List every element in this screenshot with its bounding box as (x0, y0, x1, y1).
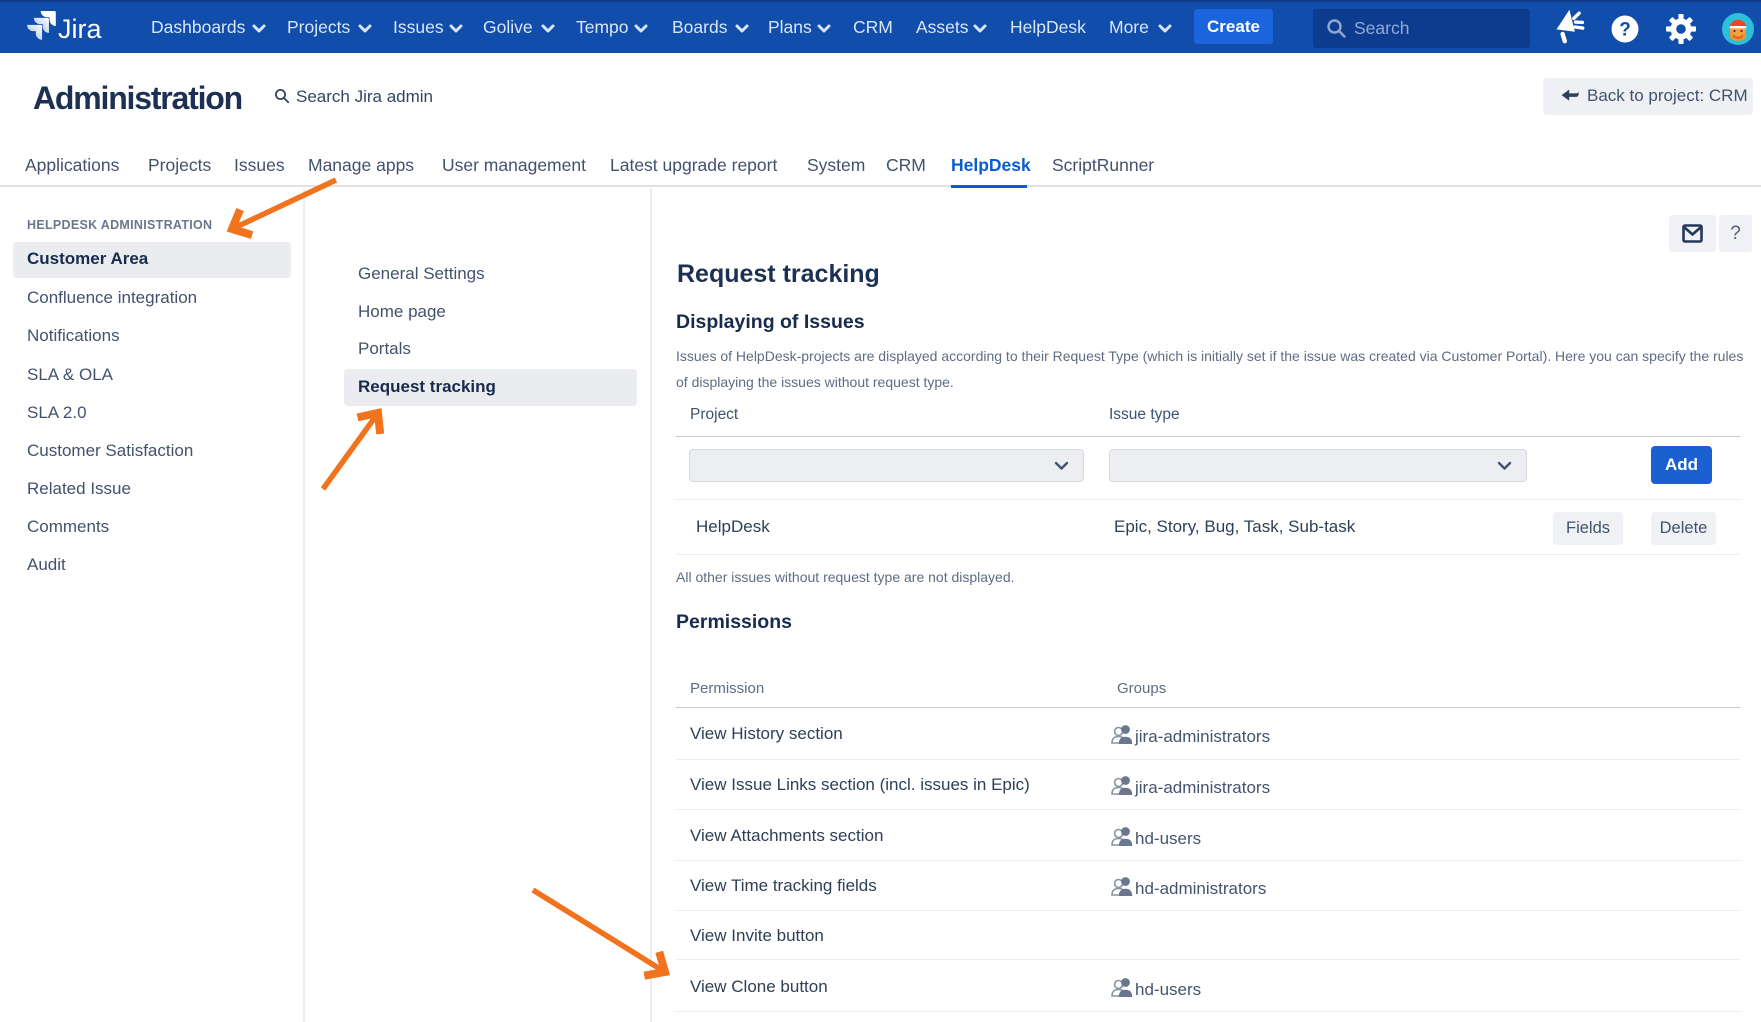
svg-text:Jira: Jira (58, 14, 102, 44)
svg-text:?: ? (1619, 20, 1631, 41)
